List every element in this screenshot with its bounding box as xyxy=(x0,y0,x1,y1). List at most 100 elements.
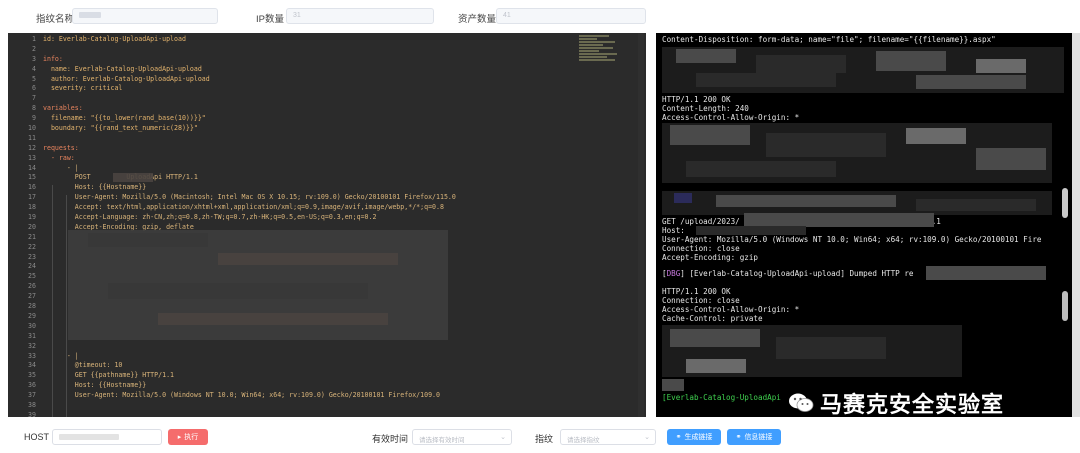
pixelated-region xyxy=(916,75,1026,89)
term-line: User-Agent: Mozilla/5.0 (Windows NT 10.0… xyxy=(662,235,1042,244)
host-input[interactable] xyxy=(52,429,162,445)
pixelated-region xyxy=(976,59,1026,73)
minimap-line xyxy=(579,47,613,49)
code-line: 32 xyxy=(8,342,646,352)
pixelated-region xyxy=(662,379,684,391)
editor-minimap[interactable] xyxy=(579,35,619,71)
line-number: 12 xyxy=(28,143,36,152)
chevron-down-icon: ⌄ xyxy=(500,434,506,441)
line-code: name: Everlab-Catalog-UploadApi-upload xyxy=(43,64,202,73)
term-debug-line: [DBG] [Everlab-Catalog-UploadApi-upload]… xyxy=(662,269,914,278)
line-number: 13 xyxy=(28,153,36,162)
line-code: Host: {{Hostname}} xyxy=(43,183,147,192)
redacted-block xyxy=(218,253,398,265)
line-code: requests: xyxy=(43,143,79,152)
template-code-editor[interactable]: 1 id: Everlab-Catalog-UploadApi-upload 2 3 i… xyxy=(8,33,646,417)
pixelated-region xyxy=(686,161,836,177)
line-number: 8 xyxy=(32,104,36,113)
code-line: 38 xyxy=(8,401,646,411)
line-code: boundary: "{{rand_text_numeric(28)}}" xyxy=(43,124,198,133)
pixelated-region xyxy=(756,55,846,73)
line-number: 2 xyxy=(32,44,36,53)
line-code: - raw: xyxy=(43,153,75,162)
line-number: 33 xyxy=(28,351,36,360)
line-number: 30 xyxy=(28,321,36,330)
term-line: Cache-Control: private xyxy=(662,314,763,323)
fingerprint-select[interactable]: 请选择指纹 ⌄ xyxy=(560,429,656,445)
line-code: Accept-Language: zh-CN,zh;q=0.8,zh-TW;q=… xyxy=(43,213,377,222)
code-line: 1 id: Everlab-Catalog-UploadApi-upload xyxy=(8,35,646,45)
line-code: User-Agent: Mozilla/5.0 (Macintosh; Inte… xyxy=(43,193,456,202)
line-code: - | xyxy=(43,351,79,360)
asset-count-input[interactable]: 41 xyxy=(496,8,646,24)
line-number: 26 xyxy=(28,282,36,291)
line-number: 7 xyxy=(32,94,36,103)
line-code: info: xyxy=(43,54,63,63)
pixelated-region xyxy=(916,199,1036,211)
terminal-scrollbar-thumb[interactable] xyxy=(1062,188,1068,218)
line-number: 15 xyxy=(28,173,36,182)
line-number: 39 xyxy=(28,410,36,417)
line-number: 24 xyxy=(28,262,36,271)
line-number: 36 xyxy=(28,381,36,390)
pixelated-region xyxy=(976,148,1046,170)
validity-select[interactable]: 请选择有效时间 ⌄ xyxy=(412,429,512,445)
watermark: 马赛克安全实验室 xyxy=(788,389,1004,418)
fingerprint-name-input[interactable] xyxy=(72,8,218,24)
term-line: Access-Control-Allow-Origin: * xyxy=(662,305,800,314)
minimap-line xyxy=(579,53,617,55)
pixelated-region xyxy=(716,195,896,207)
run-button[interactable]: ▸ 执行 xyxy=(168,429,208,445)
code-line: 14 - | xyxy=(8,164,646,174)
code-line: 18 Accept: text/html,application/xhtml+x… xyxy=(8,203,646,213)
code-line: 39 xyxy=(8,411,646,417)
minimap-line xyxy=(579,41,615,43)
ip-count-input[interactable]: 31 xyxy=(286,8,434,24)
fingerprint-select-label: 指纹 xyxy=(535,434,554,444)
terminal-scrollbar-thumb[interactable] xyxy=(1062,291,1068,321)
term-line: HTTP/1.1 200 OK xyxy=(662,95,731,104)
line-number: 19 xyxy=(28,213,36,222)
minimap-line xyxy=(579,38,597,40)
line-number: 27 xyxy=(28,292,36,301)
code-line: 16 Host: {{Hostname}} xyxy=(8,183,646,193)
link-icon: ⚭ xyxy=(675,434,682,441)
pixelated-region xyxy=(670,125,750,145)
line-number: 32 xyxy=(28,341,36,350)
pixelated-region xyxy=(696,73,836,87)
code-line: 8 variables: xyxy=(8,104,646,114)
code-line: 12 requests: xyxy=(8,144,646,154)
term-line: Content-Disposition: form-data; name="fi… xyxy=(662,35,996,44)
line-number: 38 xyxy=(28,400,36,409)
pixelated-region xyxy=(674,193,692,203)
editor-scrollbar[interactable] xyxy=(638,33,644,417)
line-number: 29 xyxy=(28,311,36,320)
pixelated-region xyxy=(696,226,806,235)
line-number: 11 xyxy=(28,133,36,142)
line-number: 14 xyxy=(28,163,36,172)
line-code: filename: "{{to_lower(rand_base(10))}}" xyxy=(43,114,206,123)
term-result-line: [Everlab-Catalog-UploadApi xyxy=(662,393,781,402)
minimap-line xyxy=(579,35,609,37)
pixelated-region xyxy=(906,128,966,144)
minimap-line xyxy=(579,50,599,52)
code-line: 4 name: Everlab-Catalog-UploadApi-upload xyxy=(8,65,646,75)
line-number: 25 xyxy=(28,272,36,281)
link-icon: ⚭ xyxy=(735,434,742,441)
generate-link-button[interactable]: ⚭ 生成链接 xyxy=(667,429,721,445)
line-code: id: Everlab-Catalog-UploadApi-upload xyxy=(43,35,186,43)
code-line: 13 - raw: xyxy=(8,154,646,164)
pixelated-region xyxy=(686,359,746,373)
code-line: 10 boundary: "{{rand_text_numeric(28)}}" xyxy=(8,124,646,134)
pixelated-region xyxy=(744,213,934,227)
debug-tag: DBG xyxy=(666,269,681,278)
code-line: 35 GET {{pathname}} HTTP/1.1 xyxy=(8,371,646,381)
asset-count-label: 资产数量 xyxy=(458,14,497,25)
code-line: 34 @timeout: 10 xyxy=(8,361,646,371)
fingerprint-placeholder: 请选择指纹 xyxy=(567,437,600,444)
top-filter-bar: 指纹名称 IP数量 31 资产数量 41 xyxy=(0,0,1080,33)
pixelated-region xyxy=(676,49,736,63)
info-link-button[interactable]: ⚭ 信息链接 xyxy=(727,429,781,445)
line-number: 1 xyxy=(32,35,36,43)
redacted-block xyxy=(158,313,388,325)
